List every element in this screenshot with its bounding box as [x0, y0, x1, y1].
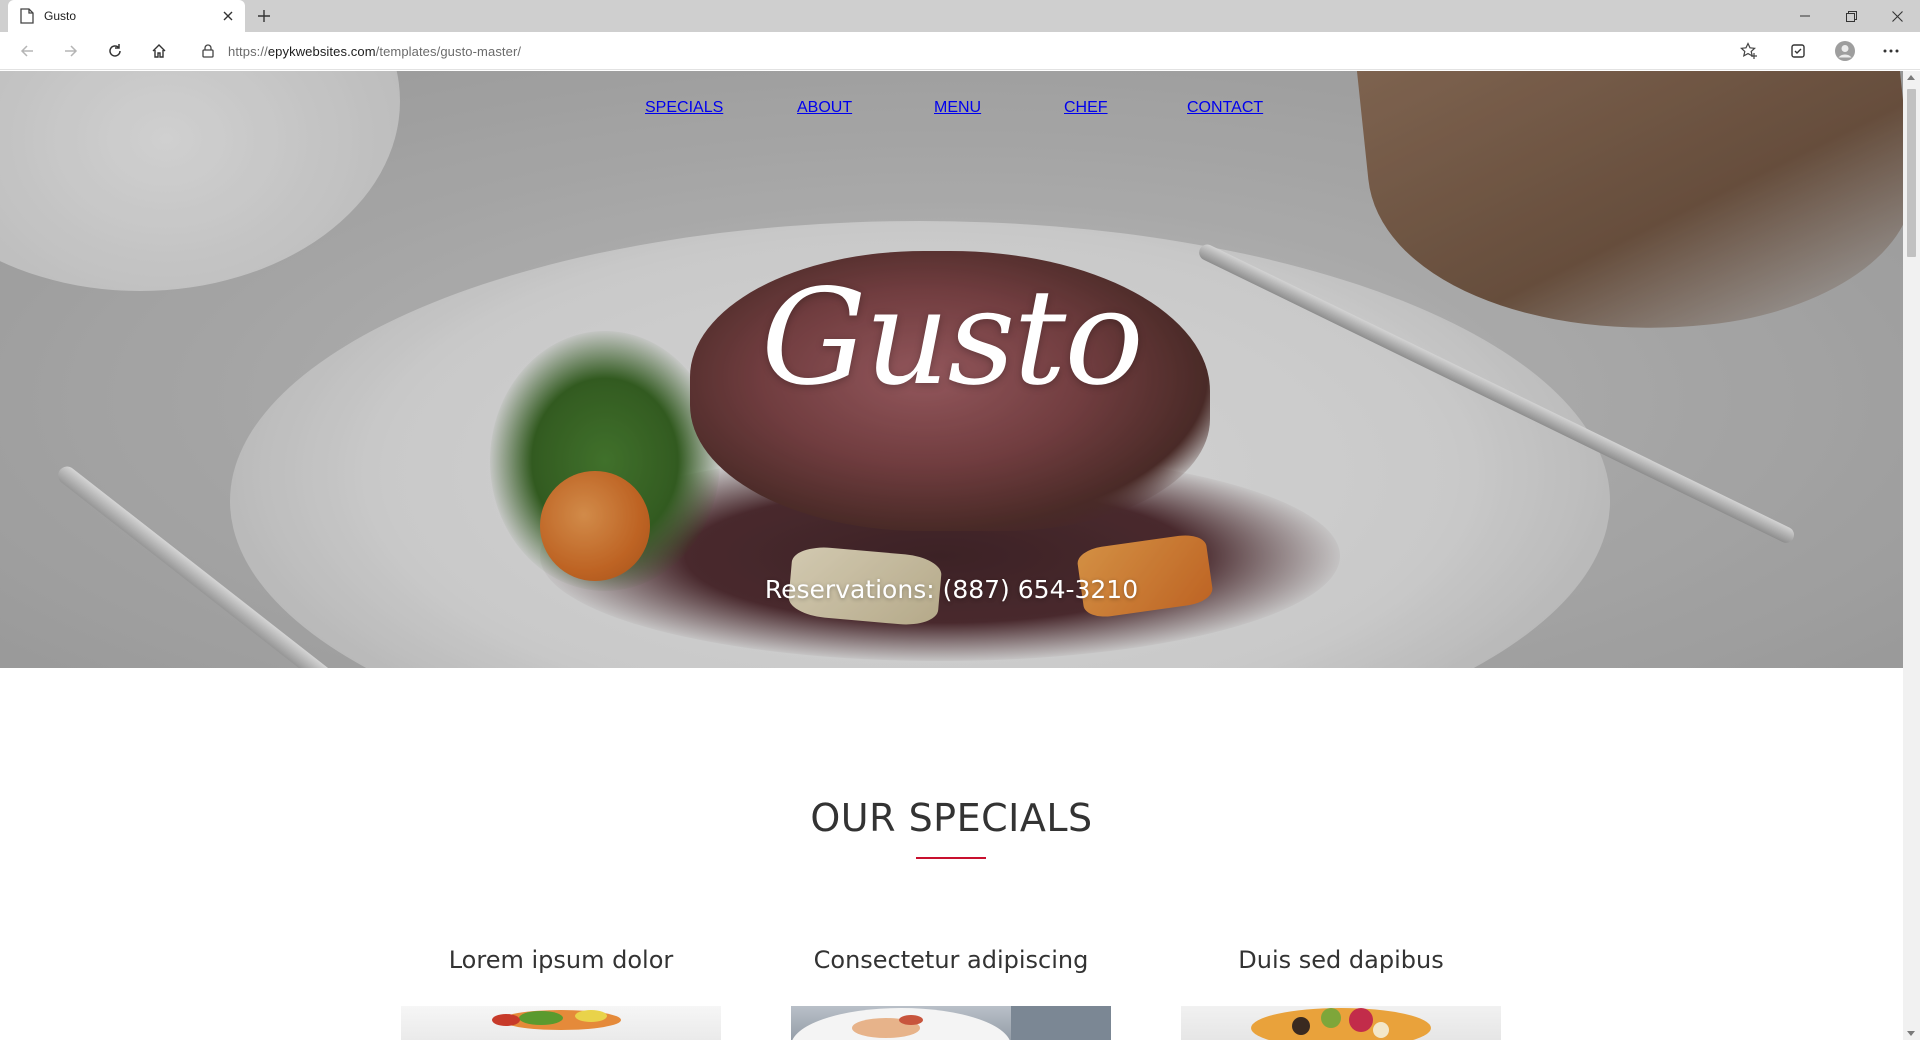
address-bar[interactable]: https://epykwebsites.com/templates/gusto…: [190, 36, 1768, 66]
back-icon[interactable]: [12, 37, 42, 65]
lock-icon[interactable]: [202, 43, 218, 59]
special-title-3: Duis sed dapibus: [1238, 946, 1444, 974]
nav-link-contact[interactable]: CONTACT: [1187, 99, 1263, 117]
forward-icon[interactable]: [56, 37, 86, 65]
refresh-icon[interactable]: [100, 37, 130, 65]
more-options-icon[interactable]: [1876, 37, 1906, 65]
scrollbar-thumb[interactable]: [1907, 89, 1916, 257]
url-host: epykwebsites.com: [267, 43, 376, 59]
profile-avatar-icon[interactable]: [1830, 37, 1860, 65]
collections-icon[interactable]: [1784, 37, 1814, 65]
nav-link-chef[interactable]: CHEF: [1064, 99, 1108, 117]
page-viewport: SPECIALS ABOUT MENU CHEF CONTACT Gusto R…: [0, 71, 1903, 1040]
minimize-icon[interactable]: [1782, 0, 1828, 32]
add-favorite-icon[interactable]: [1740, 42, 1758, 65]
close-window-icon[interactable]: [1874, 0, 1920, 32]
specials-heading: OUR SPECIALS: [810, 796, 1093, 840]
reservations-text: Reservations: (887) 654-3210: [764, 575, 1139, 604]
home-icon[interactable]: [144, 37, 174, 65]
tab-strip: Gusto: [0, 0, 1920, 32]
special-title-2: Consectetur adipiscing: [813, 946, 1089, 974]
special-image-2[interactable]: [791, 1006, 1111, 1040]
url-text[interactable]: https://epykwebsites.com/templates/gusto…: [228, 44, 521, 59]
tab-title: Gusto: [44, 9, 77, 23]
heading-underline: [916, 857, 986, 859]
url-prefix: https://: [228, 43, 268, 59]
close-tab-icon[interactable]: [219, 7, 237, 25]
new-tab-icon[interactable]: [252, 4, 276, 28]
vertical-scrollbar[interactable]: [1903, 71, 1920, 1040]
special-title-1: Lorem ipsum dolor: [448, 946, 674, 974]
hero-section: SPECIALS ABOUT MENU CHEF CONTACT Gusto R…: [0, 71, 1903, 668]
restore-icon[interactable]: [1828, 0, 1874, 32]
nav-link-about[interactable]: ABOUT: [797, 99, 852, 117]
site-logo: Gusto: [761, 261, 1144, 415]
scroll-up-icon[interactable]: [1907, 75, 1915, 80]
nav-link-menu[interactable]: MENU: [934, 99, 981, 117]
special-image-3[interactable]: [1181, 1006, 1501, 1040]
special-image-1[interactable]: [401, 1006, 721, 1040]
browser-tab[interactable]: Gusto: [8, 0, 245, 32]
url-path: /templates/gusto-master/: [375, 43, 522, 59]
page-icon: [20, 8, 36, 24]
browser-toolbar: https://epykwebsites.com/templates/gusto…: [0, 32, 1920, 70]
scroll-down-icon[interactable]: [1907, 1031, 1915, 1036]
nav-link-specials[interactable]: SPECIALS: [645, 99, 723, 117]
